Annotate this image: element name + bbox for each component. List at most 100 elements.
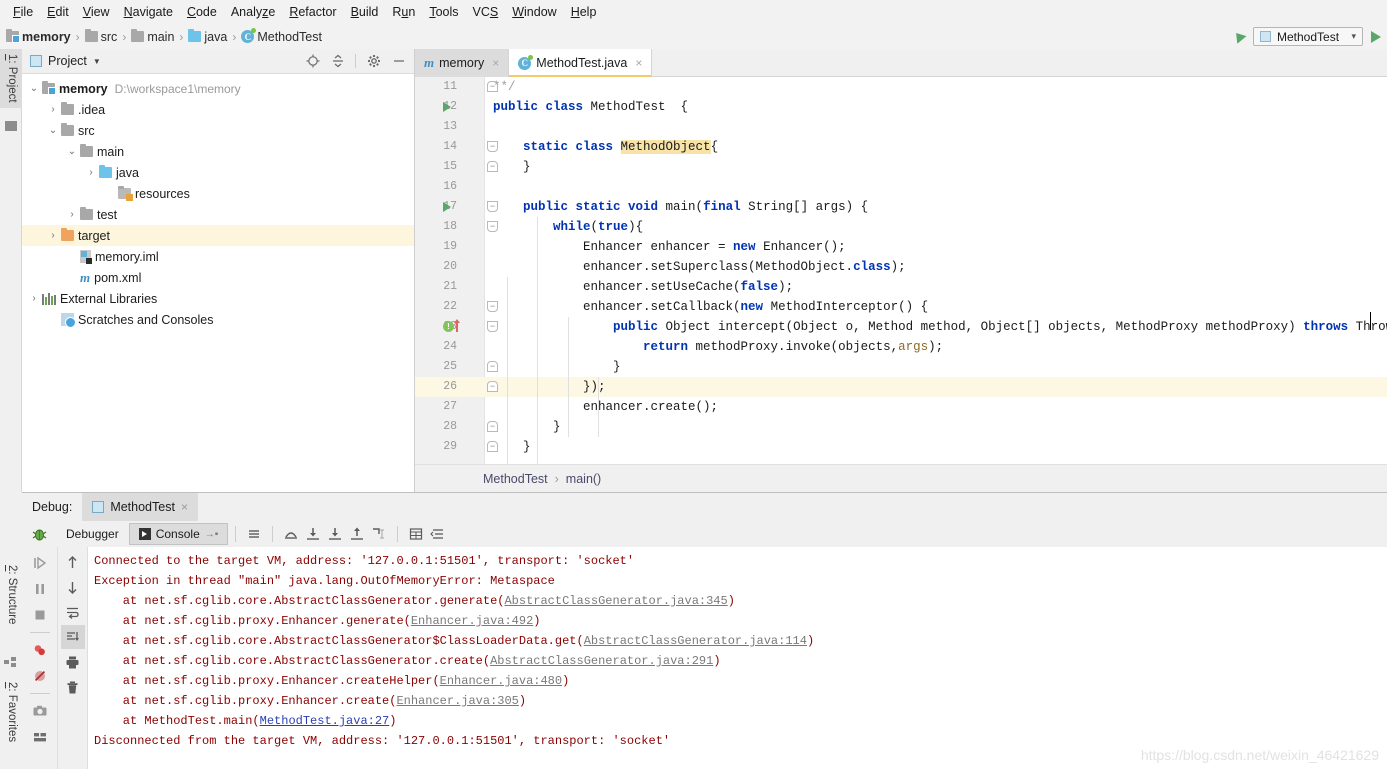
sidebar-item-project[interactable]: 1: Project xyxy=(0,49,22,108)
print-icon[interactable] xyxy=(61,650,85,674)
stop-icon[interactable] xyxy=(28,603,52,627)
run-configuration-selector[interactable]: MethodTest ▾ xyxy=(1253,27,1363,46)
menu-item-code[interactable]: Code xyxy=(180,2,224,22)
clear-all-trash-icon[interactable] xyxy=(61,675,85,699)
run-gutter-icon[interactable] xyxy=(443,102,451,112)
close-icon[interactable]: × xyxy=(181,500,188,514)
tree-expander-icon[interactable]: › xyxy=(83,167,99,178)
code-line-23[interactable]: 23!− public Object intercept(Object o, M… xyxy=(415,317,1387,337)
menu-item-help[interactable]: Help xyxy=(564,2,604,22)
tree-expander-icon[interactable]: ⌄ xyxy=(26,83,42,94)
menu-item-build[interactable]: Build xyxy=(344,2,386,22)
tree-node-pom-xml[interactable]: m pom.xml xyxy=(22,267,414,288)
resume-icon[interactable] xyxy=(28,551,52,575)
code-line-21[interactable]: 21 enhancer.setUseCache(false); xyxy=(415,277,1387,297)
editor-tab-memory[interactable]: m memory × xyxy=(415,49,510,77)
tree-node-target[interactable]: › target xyxy=(22,225,414,246)
close-icon[interactable]: × xyxy=(492,56,499,70)
code-line-28[interactable]: 28− } xyxy=(415,417,1387,437)
stacktrace-link[interactable]: AbstractClassGenerator.java:291 xyxy=(490,654,713,668)
scroll-up-icon[interactable] xyxy=(61,550,85,574)
stacktrace-link[interactable]: AbstractClassGenerator.java:114 xyxy=(584,634,807,648)
breadcrumb-item-src[interactable]: src xyxy=(84,29,117,44)
close-icon[interactable]: × xyxy=(635,56,642,70)
tree-expander-icon[interactable]: › xyxy=(45,104,61,115)
menu-item-window[interactable]: Window xyxy=(505,2,563,22)
debug-session-tab[interactable]: MethodTest × xyxy=(82,493,198,521)
tree-expander-icon[interactable]: › xyxy=(26,293,42,304)
menu-item-tools[interactable]: Tools xyxy=(422,2,465,22)
tab-debugger[interactable]: Debugger xyxy=(56,523,129,545)
breakpoint-icon[interactable]: ! xyxy=(443,321,454,332)
code-line-15[interactable]: 15− } xyxy=(415,157,1387,177)
code-line-11[interactable]: 11− **/ xyxy=(415,77,1387,97)
tree-expander-icon[interactable]: › xyxy=(45,230,61,241)
tree-node-resources[interactable]: resources xyxy=(22,183,414,204)
code-line-17[interactable]: 17− public static void main(final String… xyxy=(415,197,1387,217)
tree-node--idea[interactable]: › .idea xyxy=(22,99,414,120)
menu-item-view[interactable]: View xyxy=(76,2,117,22)
breadcrumb-item-memory[interactable]: memory xyxy=(6,29,71,44)
tree-node-src[interactable]: ⌄ src xyxy=(22,120,414,141)
layout-settings-icon[interactable] xyxy=(28,725,52,749)
sidebar-item-favorites[interactable]: 2: Favorites xyxy=(0,677,22,747)
code-line-22[interactable]: 22− enhancer.setCallback(new MethodInter… xyxy=(415,297,1387,317)
collapse-all-icon[interactable] xyxy=(330,54,345,69)
run-to-cursor-icon[interactable] xyxy=(368,523,390,545)
force-step-into-icon[interactable] xyxy=(324,523,346,545)
menu-item-run[interactable]: Run xyxy=(385,2,422,22)
tree-node-java[interactable]: › java xyxy=(22,162,414,183)
breadcrumb-item-java[interactable]: java xyxy=(188,29,227,44)
menu-item-analyze[interactable]: Analyze xyxy=(224,2,282,22)
menu-item-refactor[interactable]: Refactor xyxy=(282,2,343,22)
mute-breakpoints-icon[interactable] xyxy=(28,664,52,688)
breadcrumb-item-main[interactable]: main xyxy=(131,29,174,44)
pause-icon[interactable] xyxy=(28,577,52,601)
code-line-27[interactable]: 27 enhancer.create(); xyxy=(415,397,1387,417)
settings-camera-icon[interactable] xyxy=(28,699,52,723)
editor-tab-methodtest-java[interactable]: C MethodTest.java × xyxy=(509,49,653,77)
hide-icon[interactable] xyxy=(391,54,406,69)
code-line-19[interactable]: 19 Enhancer enhancer = new Enhancer(); xyxy=(415,237,1387,257)
tab-console[interactable]: Console →▪ xyxy=(128,523,229,545)
tree-expander-icon[interactable]: › xyxy=(64,209,80,220)
stacktrace-link[interactable]: Enhancer.java:492 xyxy=(411,614,533,628)
step-over-icon[interactable] xyxy=(280,523,302,545)
tree-node-main[interactable]: ⌄ main xyxy=(22,141,414,162)
bug-icon[interactable] xyxy=(22,526,56,543)
settings-gear-icon[interactable] xyxy=(366,54,381,69)
menu-icon[interactable] xyxy=(243,523,265,545)
chevron-down-icon[interactable]: ▼ xyxy=(93,57,101,66)
evaluate-icon[interactable] xyxy=(405,523,427,545)
code-line-14[interactable]: 14− static class MethodObject{ xyxy=(415,137,1387,157)
tree-node-scratches-and-consoles[interactable]: Scratches and Consoles xyxy=(22,309,414,330)
soft-wrap-icon[interactable] xyxy=(61,600,85,624)
console-output[interactable]: Connected to the target VM, address: '12… xyxy=(88,547,1387,769)
breadcrumb-method[interactable]: main() xyxy=(566,472,601,486)
menu-item-navigate[interactable]: Navigate xyxy=(117,2,180,22)
layout-icon[interactable] xyxy=(427,523,449,545)
locate-icon[interactable] xyxy=(305,54,320,69)
tree-node-memory-iml[interactable]: memory.iml xyxy=(22,246,414,267)
stacktrace-link[interactable]: MethodTest.java:27 xyxy=(260,714,390,728)
code-line-12[interactable]: 12 public class MethodTest { xyxy=(415,97,1387,117)
tree-node-memory[interactable]: ⌄ memory D:\workspace1\memory xyxy=(22,78,414,99)
code-line-26[interactable]: 26− }); xyxy=(415,377,1387,397)
code-line-20[interactable]: 20 enhancer.setSuperclass(MethodObject.c… xyxy=(415,257,1387,277)
code-line-24[interactable]: 24 return methodProxy.invoke(objects,arg… xyxy=(415,337,1387,357)
view-breakpoints-icon[interactable] xyxy=(28,638,52,662)
tree-expander-icon[interactable]: ⌄ xyxy=(45,125,61,136)
stacktrace-link[interactable]: Enhancer.java:480 xyxy=(440,674,562,688)
menu-item-edit[interactable]: Edit xyxy=(40,2,76,22)
tree-node-external-libraries[interactable]: › External Libraries xyxy=(22,288,414,309)
run-button[interactable] xyxy=(1371,30,1381,43)
menu-item-vcs[interactable]: VCS xyxy=(466,2,506,22)
breadcrumb-class[interactable]: MethodTest xyxy=(483,472,548,486)
code-line-18[interactable]: 18− while(true){ xyxy=(415,217,1387,237)
stacktrace-link[interactable]: Enhancer.java:305 xyxy=(396,694,518,708)
code-editor[interactable]: 11− **/12 public class MethodTest {13 14− s… xyxy=(415,77,1387,464)
code-line-29[interactable]: 29− } xyxy=(415,437,1387,457)
code-line-13[interactable]: 13 xyxy=(415,117,1387,137)
sidebar-item-structure[interactable]: 2: Structure xyxy=(0,560,22,629)
breadcrumb-item-methodtest[interactable]: C MethodTest xyxy=(241,28,322,44)
